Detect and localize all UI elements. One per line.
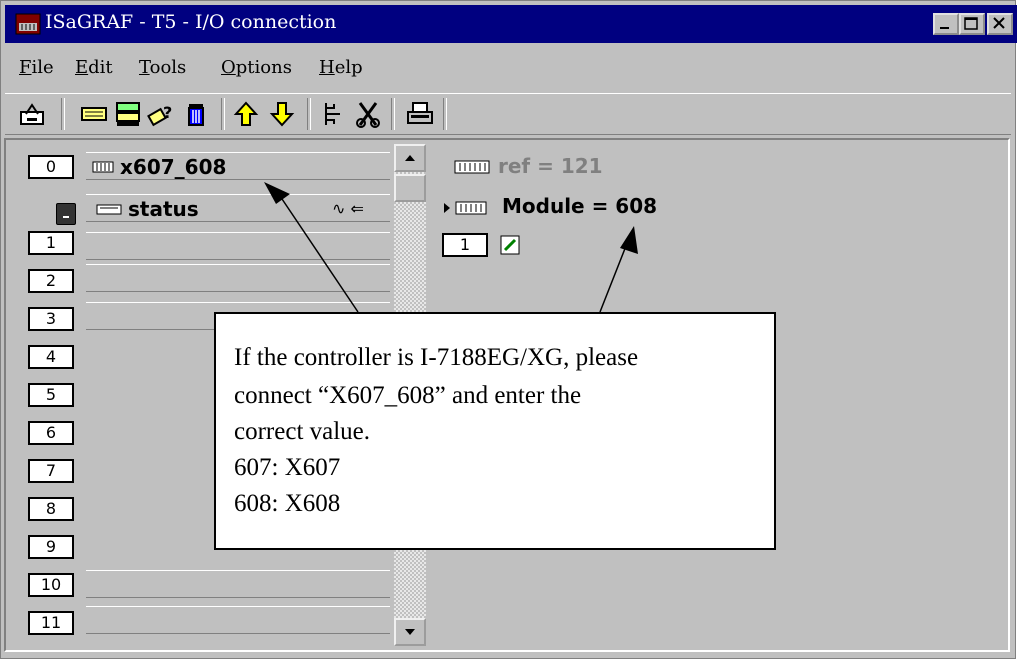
menu-help[interactable]: Help [319,57,363,78]
scroll-thumb[interactable] [394,174,426,202]
toolbar: ? [5,93,1011,135]
channel-number[interactable]: 1 [442,233,488,257]
ref-icon [454,160,490,174]
slot-number-5[interactable]: 5 [28,383,74,407]
equipment-icon [96,204,122,215]
slot-row-2[interactable] [86,264,390,292]
svg-text:?: ? [163,103,172,122]
slot-row-1[interactable] [86,232,390,260]
menu-tools[interactable]: Tools [139,57,186,78]
window-title: ISaGRAF - T5 - I/O connection [45,11,337,33]
callout-line-2: connect “X607_608” and enter the [234,382,582,409]
maximize-button[interactable] [959,13,985,35]
print-icon[interactable] [405,100,435,128]
toolbar-separator [61,98,65,130]
scroll-down-button[interactable] [394,618,426,646]
minimize-button[interactable] [933,13,959,35]
equipment-symbols: ∿ ⇐ [332,199,364,218]
close-icon [993,17,1005,29]
arrow-down-icon [405,629,415,635]
slot-row-11[interactable] [86,606,390,634]
slot-number-9[interactable]: 9 [28,535,74,559]
slot-number-0[interactable]: 0 [28,155,74,179]
ref-value: ref = 121 [498,154,603,178]
slot-number-10[interactable]: 10 [28,573,74,597]
slot-number-3[interactable]: 3 [28,307,74,331]
slot-number-4[interactable]: 4 [28,345,74,369]
board-name: x607_608 [120,155,227,179]
toolbar-separator [221,98,225,130]
minimize-icon [940,27,949,29]
edit-icon[interactable] [500,235,520,255]
callout-line-3: correct value. [234,418,371,445]
maximize-icon [964,17,978,30]
menu-file[interactable]: File [19,57,54,78]
toolbar-separator [443,98,447,130]
board-list-icon[interactable] [113,100,143,128]
isagraf-app-icon [15,13,41,35]
collapse-icon[interactable] [56,203,76,225]
disconnect-icon[interactable] [353,100,383,128]
slot-row-10[interactable] [86,570,390,598]
module-value: Module = 608 [502,194,658,218]
menu-bar: File Edit Tools Options Help [5,57,1005,87]
slot-row-board[interactable]: x607_608 [86,152,390,180]
callout-line-4: 607: X607 [234,454,341,481]
menu-options[interactable]: Options [221,57,292,78]
scroll-up-button[interactable] [394,144,426,172]
slot-number-11[interactable]: 11 [28,611,74,635]
board-icon [92,161,114,173]
slot-number-6[interactable]: 6 [28,421,74,445]
board-icon[interactable] [79,100,109,128]
menu-edit[interactable]: Edit [75,57,113,78]
open-icon[interactable] [17,100,47,128]
annotation-callout: If the controller is I-7188EG/XG, please… [214,312,776,550]
move-down-icon[interactable] [267,100,297,128]
title-bar[interactable]: ISaGRAF - T5 - I/O connection [5,5,1017,43]
slot-number-1[interactable]: 1 [28,231,74,255]
move-up-icon[interactable] [231,100,261,128]
toolbar-separator [307,98,311,130]
callout-line-1: If the controller is I-7188EG/XG, please [234,344,639,371]
close-button[interactable] [987,13,1013,35]
delete-icon[interactable] [181,100,211,128]
callout-line-5: 608: X608 [234,490,341,517]
slot-number-8[interactable]: 8 [28,497,74,521]
slot-row-equipment[interactable]: status ∿ ⇐ [86,194,390,222]
equipment-name: status [128,197,199,221]
slot-number-2[interactable]: 2 [28,269,74,293]
connect-icon[interactable] [319,100,349,128]
help-board-icon[interactable]: ? [147,100,177,128]
arrow-up-icon [405,155,415,161]
module-expand-icon[interactable] [442,200,490,216]
slot-number-7[interactable]: 7 [28,459,74,483]
toolbar-separator [391,98,395,130]
